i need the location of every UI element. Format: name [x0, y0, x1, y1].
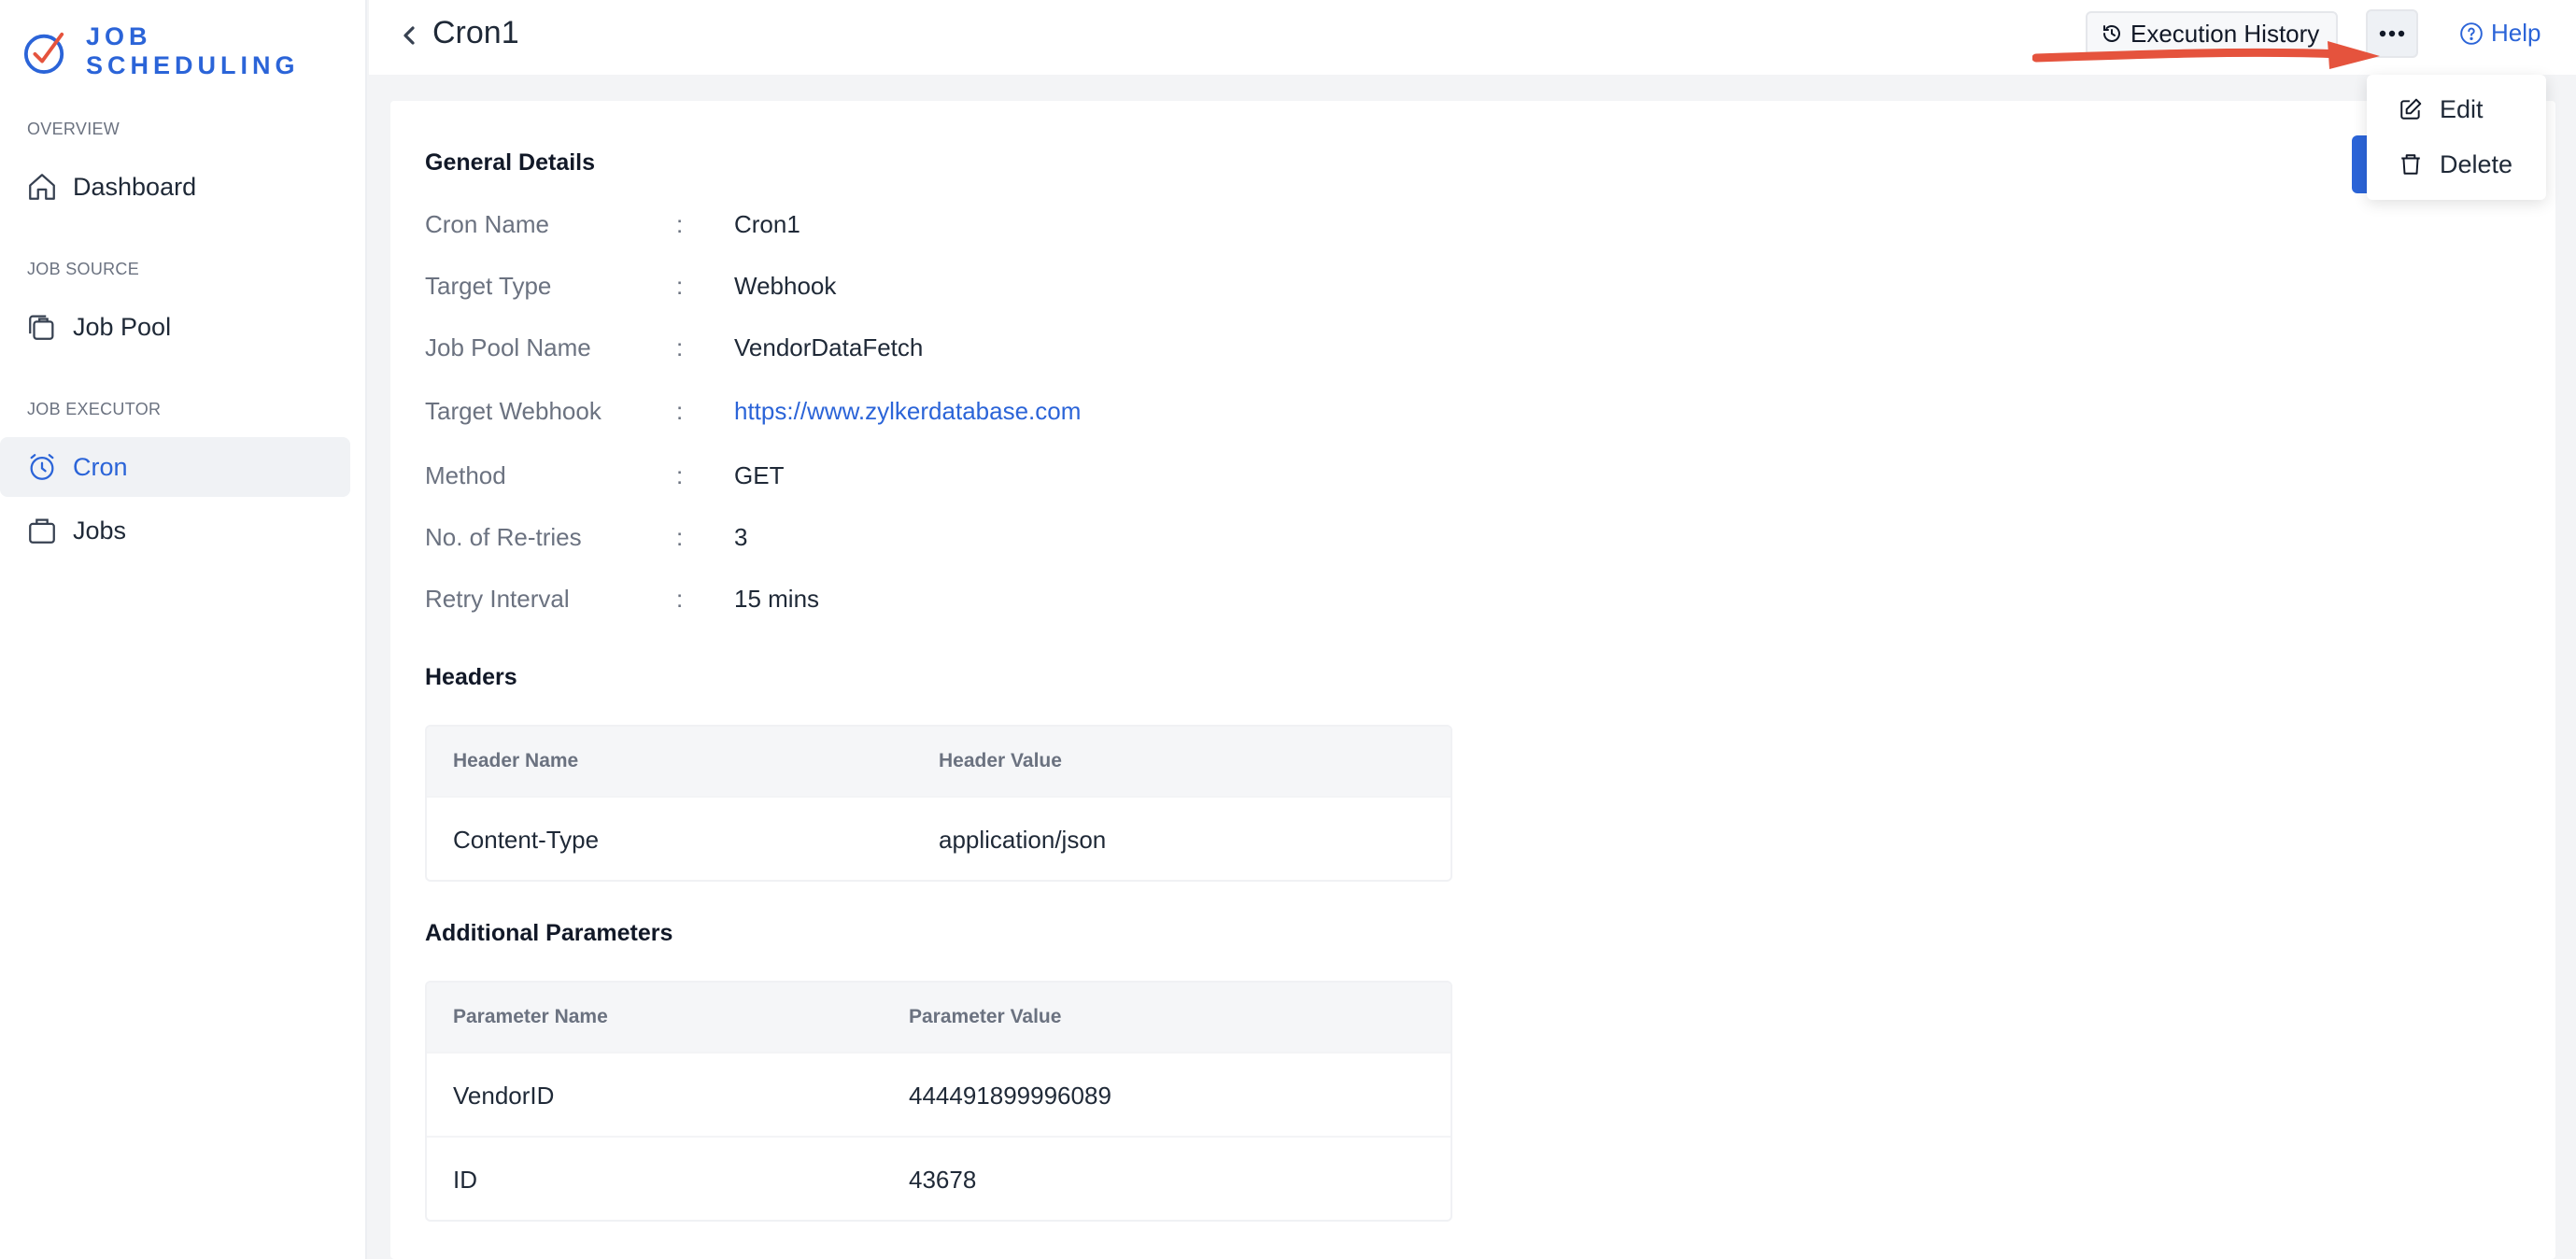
job-pool-icon [29, 315, 54, 340]
field-label-target-webhook: Target Webhook [425, 397, 602, 425]
sidebar-item-label: Dashboard [73, 172, 197, 201]
field-colon: : [676, 585, 684, 613]
field-value-retry-interval: 15 mins [734, 585, 820, 613]
menu-item-edit[interactable]: Edit [2367, 83, 2546, 135]
section-label-job-source: JOB SOURCE [27, 260, 140, 278]
sidebar-item-cron[interactable]: Cron [0, 437, 350, 497]
table-cell: 43678 [909, 1166, 977, 1194]
edit-icon [2400, 98, 2422, 120]
column-header: Parameter Name [453, 1006, 608, 1027]
table-row: Content-Type application/json [427, 796, 1451, 880]
menu-item-label: Delete [2440, 149, 2513, 178]
additional-parameters-title: Additional Parameters [425, 920, 673, 946]
field-label-cron-name: Cron Name [425, 210, 549, 238]
field-colon: : [676, 210, 684, 238]
table-cell: Content-Type [453, 826, 600, 854]
field-colon: : [676, 272, 684, 300]
table-cell: 444491899996089 [909, 1082, 1111, 1110]
menu-item-delete[interactable]: Delete [2367, 138, 2546, 191]
page-title: Cron1 [432, 15, 519, 50]
brand-name: JOB SCHEDULING [85, 22, 300, 79]
sidebar-item-dashboard[interactable]: Dashboard [0, 157, 350, 217]
parameters-table: Parameter Name Parameter Value VendorID … [425, 981, 1452, 1222]
help-link[interactable]: Help [2459, 19, 2541, 48]
field-colon: : [676, 523, 684, 551]
field-label-job-pool-name: Job Pool Name [425, 333, 591, 361]
alarm-clock-icon [30, 454, 54, 480]
field-value-target-type: Webhook [734, 272, 837, 300]
target-webhook-link[interactable]: https://www.zylkerdatabase.com [734, 397, 1081, 426]
help-circle-icon [2460, 21, 2483, 45]
headers-title: Headers [425, 664, 517, 690]
field-value-method: GET [734, 461, 785, 489]
sidebar-item-label: Cron [73, 452, 128, 481]
table-row: ID 43678 [427, 1136, 1451, 1220]
column-header: Header Name [453, 750, 579, 771]
briefcase-icon [29, 518, 55, 544]
general-details-title: General Details [425, 149, 596, 176]
sidebar-item-label: Job Pool [73, 312, 172, 341]
sidebar-item-label: Jobs [73, 516, 127, 545]
field-value-cron-name: Cron1 [734, 210, 800, 238]
field-colon: : [676, 333, 684, 361]
field-label-target-type: Target Type [425, 272, 552, 300]
menu-item-label: Edit [2440, 94, 2484, 123]
trash-icon [2401, 154, 2420, 175]
sidebar-item-jobs[interactable]: Jobs [0, 501, 350, 560]
field-label-retries: No. of Re-tries [425, 523, 582, 551]
more-options-menu: Edit Delete [2367, 75, 2546, 200]
app-logo-icon [23, 32, 64, 74]
field-label-method: Method [425, 461, 506, 489]
home-icon [29, 174, 55, 200]
column-header: Header Value [939, 750, 1062, 771]
brand: JOB SCHEDULING [22, 22, 365, 80]
field-value-retries: 3 [734, 523, 748, 551]
field-label-retry-interval: Retry Interval [425, 585, 570, 613]
table-cell: VendorID [453, 1082, 555, 1110]
field-value-job-pool-name: VendorDataFetch [734, 333, 924, 361]
section-label-job-executor: JOB EXECUTOR [27, 400, 162, 418]
chevron-left-icon[interactable] [394, 21, 424, 50]
annotation-arrow-icon [2032, 41, 2380, 69]
field-colon: : [676, 461, 684, 489]
sidebar-item-job-pool[interactable]: Job Pool [0, 297, 350, 357]
field-colon: : [676, 397, 684, 425]
table-header: Parameter Name Parameter Value [427, 983, 1451, 1052]
column-header: Parameter Value [909, 1006, 1062, 1027]
table-cell: application/json [939, 826, 1107, 854]
section-label-overview: OVERVIEW [27, 120, 120, 138]
table-cell: ID [453, 1166, 477, 1194]
headers-table: Header Name Header Value Content-Type ap… [425, 725, 1452, 882]
sidebar: JOB SCHEDULING OVERVIEW Dashboard JOB SO… [0, 0, 367, 1259]
help-label: Help [2491, 19, 2541, 47]
table-row: VendorID 444491899996089 [427, 1052, 1451, 1136]
table-header: Header Name Header Value [427, 727, 1451, 796]
